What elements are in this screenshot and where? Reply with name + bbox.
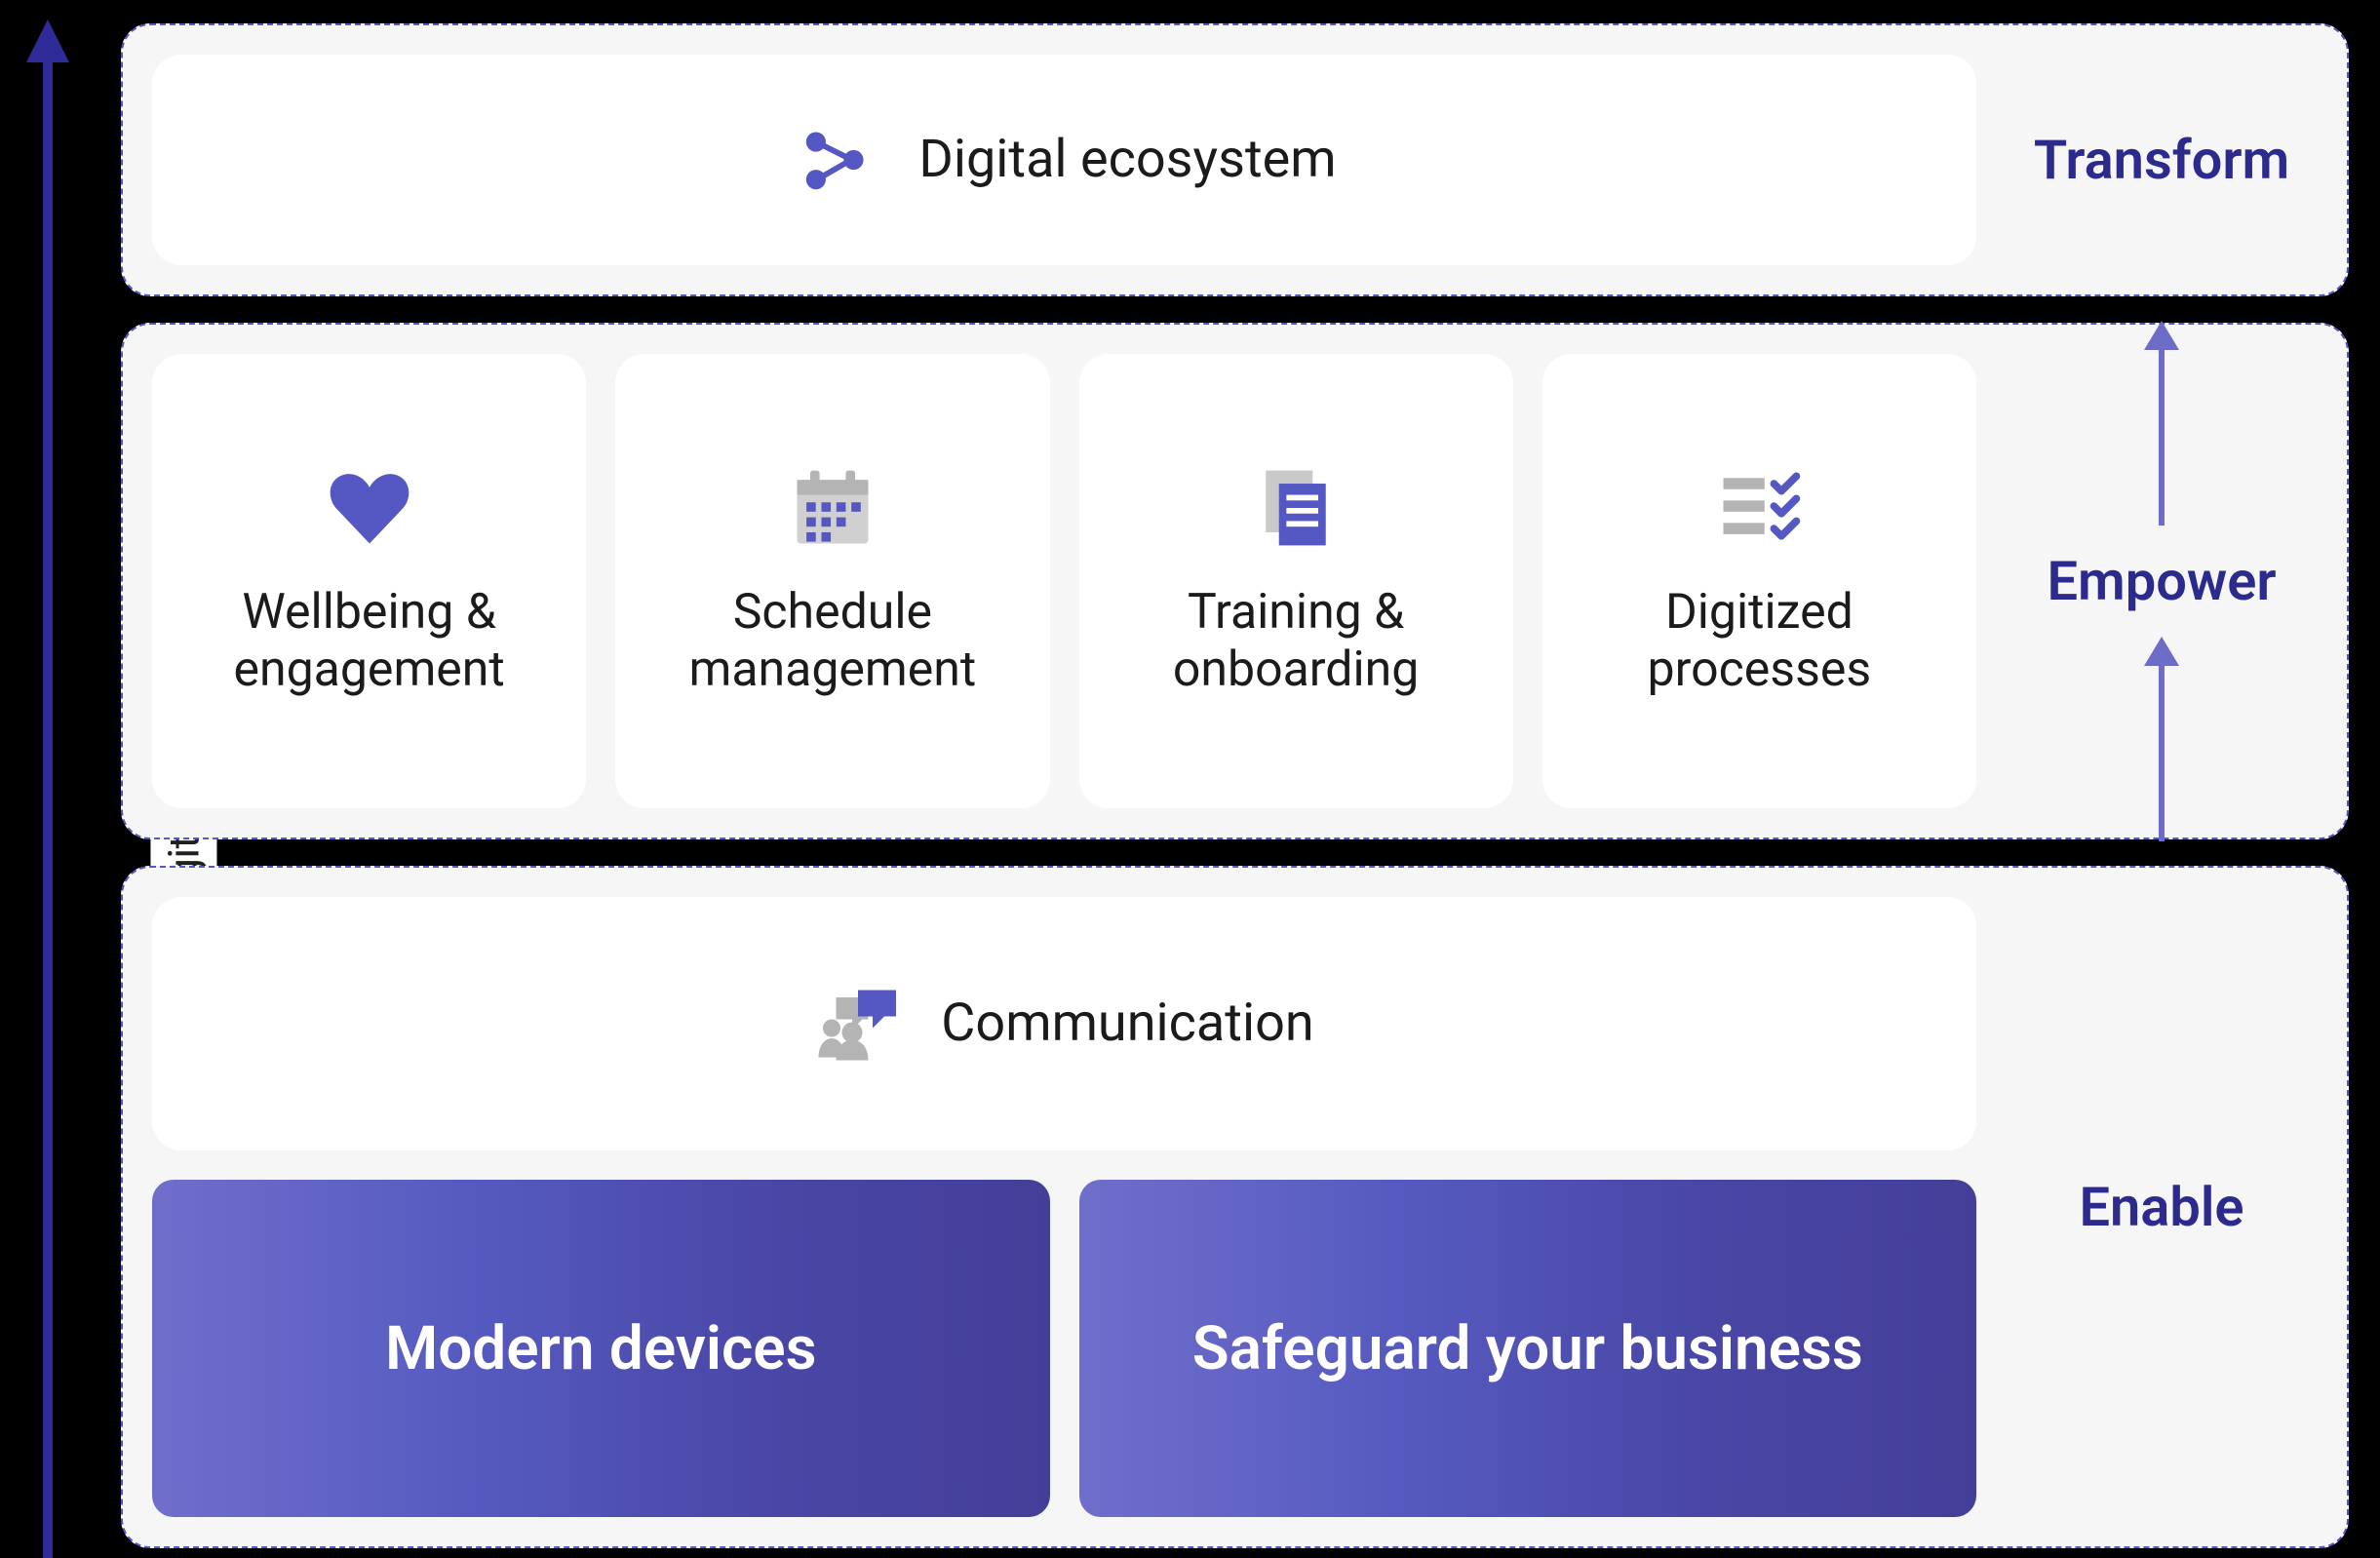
card-digital-ecosystem: Digital ecosystem	[152, 55, 1976, 265]
layer-label-enable: Enable	[2079, 1175, 2243, 1239]
axis-arrow-head	[26, 19, 69, 62]
layer-enable-main: Communication Modern devices Safeguard y…	[152, 897, 1976, 1517]
bar-title: Modern devices	[385, 1313, 817, 1384]
card-schedule: Schedule management	[615, 354, 1049, 808]
checklist-icon	[1710, 459, 1808, 557]
bar-safeguard: Safeguard your business	[1079, 1180, 1977, 1517]
card-title: Digitized processes	[1564, 584, 1955, 699]
card-title: Digital ecosystem	[918, 129, 1336, 191]
layer-empower-label-area: Empower	[2006, 354, 2318, 808]
card-title: Wellbeing & engagement	[174, 584, 565, 699]
up-arrow-icon	[2144, 637, 2179, 841]
layer-transform: Digital ecosystem Transform	[121, 23, 2349, 296]
layer-transform-main: Digital ecosystem	[152, 55, 1976, 265]
enable-bars-row: Modern devices Safeguard your business	[152, 1180, 1976, 1517]
layer-transform-label-area: Transform	[2006, 55, 2318, 265]
empower-cards-row: Wellbeing & engagement	[152, 354, 1976, 808]
card-wellbeing: Wellbeing & engagement	[152, 354, 586, 808]
card-title: Communication	[941, 993, 1313, 1055]
layer-label-empower: Empower	[2047, 549, 2276, 613]
card-title: Schedule management	[637, 584, 1028, 699]
layer-empower: Wellbeing & engagement	[121, 323, 2349, 839]
layer-enable-label-area: Enable	[2006, 897, 2318, 1517]
layer-enable: Communication Modern devices Safeguard y…	[121, 866, 2349, 1548]
card-digitized: Digitized processes	[1542, 354, 1976, 808]
up-arrow-icon	[2144, 321, 2179, 526]
heart-icon	[321, 459, 418, 557]
card-communication: Communication	[152, 897, 1976, 1150]
axis-arrow-shaft	[43, 49, 53, 1558]
diagram-canvas: Digital maturity Digital ecosyste	[0, 0, 2380, 1558]
calendar-icon	[784, 459, 881, 557]
layer-label-transform: Transform	[2034, 128, 2289, 192]
document-icon	[1247, 459, 1345, 557]
bar-title: Safeguard your business	[1192, 1313, 1863, 1384]
card-training: Training & onboarding	[1079, 354, 1513, 808]
layer-empower-main: Wellbeing & engagement	[152, 354, 1976, 808]
share-nodes-icon	[792, 116, 879, 204]
bar-modern-devices: Modern devices	[152, 1180, 1050, 1517]
card-title: Training & onboarding	[1101, 584, 1492, 699]
layers-column: Digital ecosystem Transform Wellb	[121, 23, 2349, 1548]
chat-icon	[814, 980, 902, 1068]
